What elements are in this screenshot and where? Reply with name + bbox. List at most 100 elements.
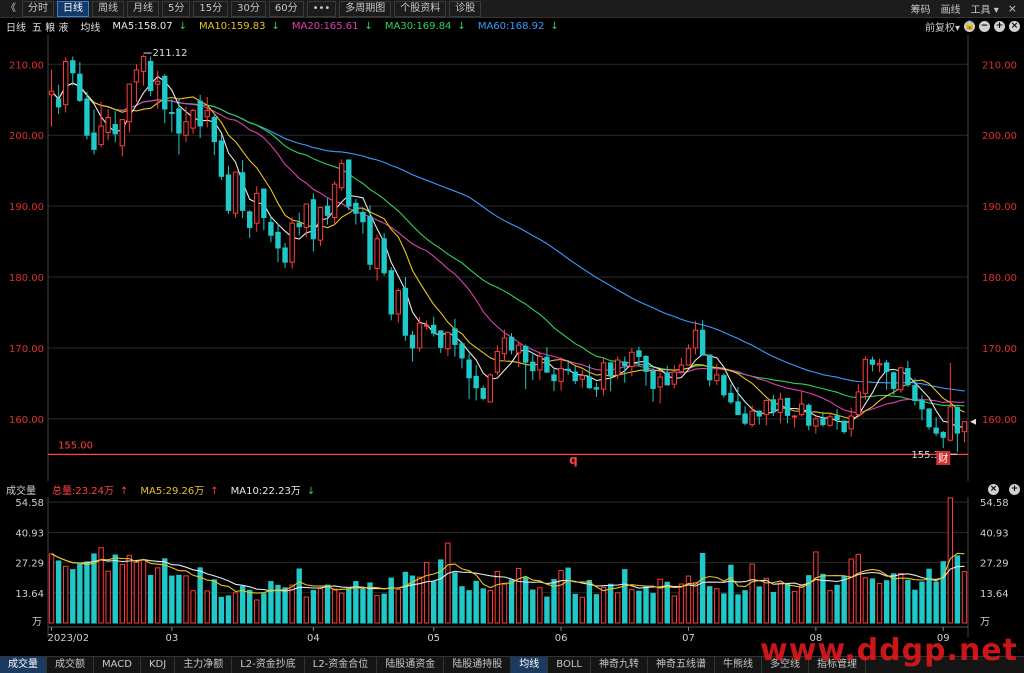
- volume-add-icon[interactable]: +: [1009, 483, 1020, 495]
- volume-bar-98: [742, 590, 748, 624]
- period-tab-0[interactable]: 分时: [22, 0, 54, 17]
- candle-body-80: [614, 359, 621, 376]
- zoom-out-icon[interactable]: −: [979, 20, 990, 32]
- indicator-tab-13[interactable]: 牛熊线: [715, 657, 762, 673]
- draw-line-button[interactable]: 画线: [937, 1, 965, 16]
- indicator-tab-9[interactable]: 均线: [511, 657, 549, 673]
- candle-body-126: [940, 431, 946, 438]
- period-tab-7[interactable]: 60分: [268, 0, 304, 17]
- period-tab-2[interactable]: 周线: [92, 0, 124, 17]
- candle-body-48: [388, 270, 394, 315]
- candle-body-21: [197, 100, 203, 127]
- volume-bar-31: [268, 581, 274, 624]
- period-tab-8[interactable]: •••: [306, 0, 337, 17]
- indicator-tab-6[interactable]: L2-资金合位: [305, 657, 378, 673]
- volume-bar-79: [607, 583, 614, 624]
- period-tab-9[interactable]: 多周期图: [339, 0, 392, 17]
- candle-body-23: [211, 116, 218, 143]
- candle-body-41: [338, 163, 345, 189]
- period-tab-11[interactable]: 诊股: [449, 0, 482, 17]
- volume-bar-2: [62, 565, 69, 624]
- ma-legend: 日线 五 粮 液 均线 MA5:158.07 ↓ MA10:159.83 ↓ MA20:…: [0, 18, 1024, 34]
- volume-bar-84: [643, 586, 649, 624]
- indicator-tab-5[interactable]: L2-资金抄底: [232, 657, 305, 673]
- back-button[interactable]: 《: [3, 1, 19, 16]
- volume-bar-4: [77, 563, 83, 624]
- volume-bar-62: [487, 589, 494, 624]
- candle-body-128: [954, 407, 961, 434]
- volume-bar-114: [855, 553, 862, 624]
- volume-bar-99: [749, 563, 755, 624]
- volume-bar-10: [119, 564, 126, 624]
- volume-ma5: MA5:29.26万 ↑: [140, 485, 219, 497]
- indicator-tab-1[interactable]: 成交额: [47, 657, 94, 673]
- avg-label[interactable]: 均线: [80, 19, 100, 34]
- close-circle-icon[interactable]: ×: [1009, 20, 1020, 32]
- candle-body-121: [905, 368, 911, 386]
- period-tab-6[interactable]: 30分: [231, 0, 266, 17]
- candle-body-35: [296, 222, 302, 228]
- indicator-tab-8[interactable]: 陆股通持股: [444, 657, 512, 673]
- candle-body-118: [883, 362, 890, 372]
- candle-body-7: [98, 125, 104, 145]
- volume-bar-81: [622, 569, 628, 624]
- volume-bar-120: [898, 572, 904, 624]
- candle-body-54: [430, 324, 437, 334]
- volume-bar-42: [346, 588, 352, 624]
- indicator-tab-4[interactable]: 主力净额: [175, 657, 233, 673]
- volume-bar-108: [813, 551, 819, 624]
- volume-bar-12: [133, 561, 140, 624]
- period-tab-10[interactable]: 个股资料: [394, 0, 447, 17]
- volume-bar-104: [784, 583, 791, 624]
- candle-body-76: [586, 376, 593, 389]
- tools-menu[interactable]: 工具 ▾: [967, 1, 1003, 16]
- volume-bar-13: [140, 559, 147, 624]
- candle-body-99: [749, 410, 755, 426]
- zoom-in-icon[interactable]: +: [994, 20, 1005, 32]
- volume-bar-92: [699, 552, 706, 624]
- candle-body-53: [423, 324, 430, 327]
- period-tab-3[interactable]: 月线: [127, 0, 159, 17]
- indicator-tab-10[interactable]: BOLL: [548, 657, 591, 673]
- chips-button[interactable]: 筹码: [907, 1, 935, 16]
- price-tick-right-0: 210.00: [982, 60, 1017, 71]
- close-icon[interactable]: ×: [1005, 2, 1020, 15]
- volume-bar-63: [494, 570, 501, 624]
- volume-bar-83: [636, 590, 642, 624]
- volume-bar-129: [961, 571, 968, 624]
- candle-body-42: [346, 159, 352, 207]
- volume-bar-111: [834, 584, 840, 624]
- candle-body-77: [593, 387, 600, 390]
- volume-bar-46: [374, 595, 380, 624]
- volume-bar-75: [579, 596, 586, 624]
- indicator-tab-12[interactable]: 神奇五线谱: [648, 657, 715, 673]
- period-tab-4[interactable]: 5分: [162, 0, 191, 17]
- adjust-select[interactable]: 前复权▾: [925, 19, 960, 34]
- volume-tick-right-2: 27.29: [980, 559, 1009, 570]
- price-tick-left-4: 170.00: [9, 344, 44, 355]
- volume-bar-113: [848, 558, 854, 624]
- volume-bar-103: [777, 582, 784, 624]
- volume-tick-left-3: 13.64: [15, 589, 44, 600]
- indicator-tab-7[interactable]: 陆股通资金: [377, 657, 445, 673]
- candle-body-73: [565, 368, 571, 371]
- volume-close-icon[interactable]: ×: [988, 483, 999, 495]
- volume-bar-40: [331, 588, 338, 624]
- indicator-tab-0[interactable]: 成交量: [0, 657, 47, 673]
- indicator-tab-2[interactable]: MACD: [94, 657, 141, 673]
- indicator-tab-11[interactable]: 神奇九转: [591, 657, 648, 673]
- indicator-tab-3[interactable]: KDJ: [141, 657, 176, 673]
- candle-body-37: [310, 199, 317, 240]
- volume-unit-left: 万: [32, 617, 42, 628]
- lock-icon[interactable]: 🔒: [964, 20, 975, 32]
- period-tab-5[interactable]: 15分: [193, 0, 229, 17]
- tools-label: 工具: [970, 5, 991, 16]
- volume-bar-127: [947, 497, 954, 624]
- volume-bar-22: [204, 590, 210, 624]
- candle-body-123: [919, 399, 925, 410]
- volume-bar-126: [940, 561, 946, 624]
- volume-bar-93: [706, 586, 713, 624]
- volume-legend: 成交量 总量:23.24万 ↑ MA5:29.26万 ↑ MA10:22.23万 ↓ …: [0, 481, 1024, 497]
- volume-bar-33: [282, 587, 288, 624]
- period-tab-1[interactable]: 日线: [57, 0, 89, 17]
